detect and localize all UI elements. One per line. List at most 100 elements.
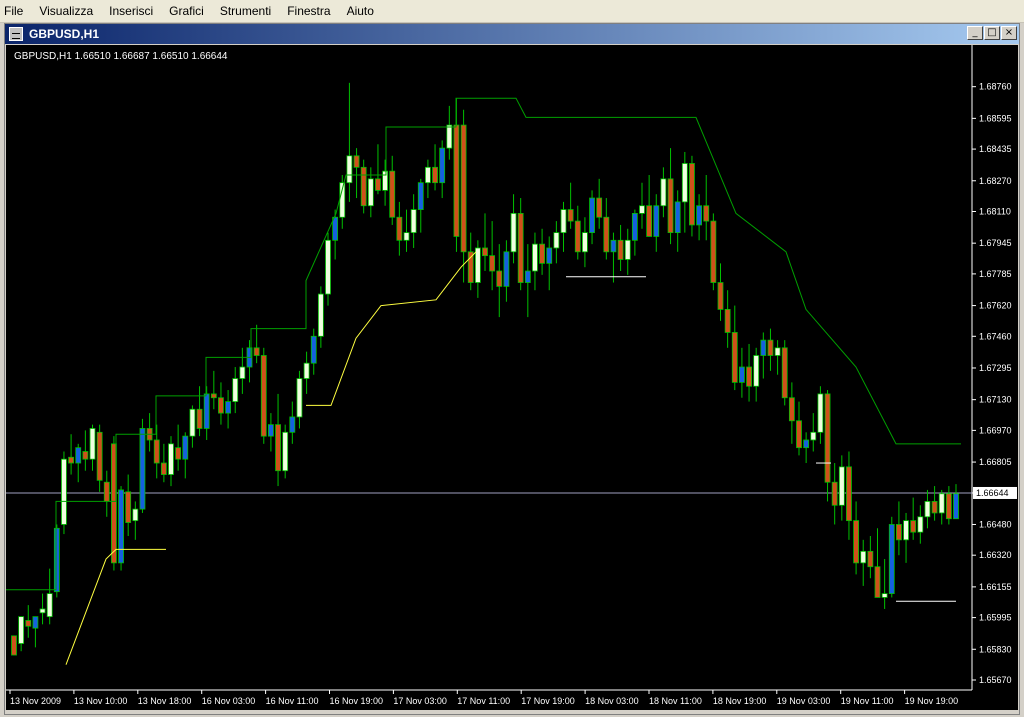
candle-body xyxy=(824,393,831,483)
time-tick-label: 16 Nov 19:00 xyxy=(330,696,384,706)
candle-body xyxy=(760,339,767,356)
candle-body xyxy=(603,216,610,253)
menu-inserisci[interactable]: Inserisci xyxy=(101,0,161,22)
chart-svg[interactable]: GBPUSD,H1 1.66510 1.66687 1.66510 1.6664… xyxy=(6,45,1018,710)
candle-body xyxy=(153,439,160,464)
candle-body xyxy=(831,481,838,506)
candle-body xyxy=(417,182,424,210)
menu-visualizza[interactable]: Visualizza xyxy=(31,0,101,22)
chart-window-icon[interactable] xyxy=(9,27,23,41)
current-price-label: 1.66644 xyxy=(976,488,1009,498)
price-tick-label: 1.65830 xyxy=(979,644,1012,654)
time-tick-label: 13 Nov 2009 xyxy=(10,696,61,706)
candle-body xyxy=(432,166,438,184)
candle-body xyxy=(532,243,538,272)
price-tick-label: 1.66480 xyxy=(979,519,1012,529)
candle-body xyxy=(724,309,731,333)
candle-body xyxy=(474,247,481,283)
candle-body xyxy=(82,451,89,460)
menu-bar: File Visualizza Inserisci Grafici Strume… xyxy=(0,0,1024,23)
candle-body xyxy=(260,355,267,437)
candle-body xyxy=(817,393,824,433)
candle-body xyxy=(425,166,431,184)
time-tick-label: 16 Nov 03:00 xyxy=(202,696,256,706)
candle-body xyxy=(582,232,588,253)
candle-body xyxy=(838,466,845,506)
candle-body xyxy=(496,270,503,287)
price-tick-label: 1.67945 xyxy=(979,238,1012,248)
time-tick-label: 16 Nov 11:00 xyxy=(266,696,319,706)
candle-body xyxy=(560,209,567,234)
candle-body xyxy=(196,408,203,429)
price-tick-label: 1.67620 xyxy=(979,301,1012,311)
candle-body xyxy=(539,243,545,264)
candle-body xyxy=(210,393,217,399)
close-button[interactable]: × xyxy=(1001,26,1017,40)
candle-body xyxy=(39,608,46,614)
price-tick-label: 1.66320 xyxy=(979,550,1012,560)
candle-body xyxy=(903,520,909,541)
candle-body xyxy=(25,620,32,627)
candle-body xyxy=(703,205,710,222)
candle-body xyxy=(232,378,239,402)
candle-body xyxy=(103,481,110,502)
candle-body xyxy=(696,205,702,226)
candle-body xyxy=(881,593,888,598)
upper-band-line xyxy=(6,97,961,591)
minimize-button[interactable]: _ xyxy=(967,26,983,40)
candle-body xyxy=(11,635,17,656)
candle-body xyxy=(596,197,603,218)
candle-body xyxy=(203,393,210,429)
price-tick-label: 1.65995 xyxy=(979,613,1012,623)
candle-body xyxy=(803,439,810,449)
candle-body xyxy=(89,428,96,460)
candle-body xyxy=(860,550,867,564)
candle-body xyxy=(396,216,403,241)
candle-body xyxy=(125,491,132,523)
candle-body xyxy=(667,178,674,234)
candle-body xyxy=(218,397,224,414)
candle-body xyxy=(510,213,517,253)
time-tick-label: 18 Nov 03:00 xyxy=(585,696,639,706)
candle-body xyxy=(646,205,653,237)
candle-body xyxy=(439,147,446,184)
maximize-button[interactable]: □ xyxy=(984,26,1000,40)
menu-grafici[interactable]: Grafici xyxy=(161,0,212,22)
menu-strumenti[interactable]: Strumenti xyxy=(212,0,279,22)
candle-body xyxy=(75,447,82,464)
time-tick-label: 18 Nov 11:00 xyxy=(649,696,702,706)
price-tick-label: 1.68435 xyxy=(979,144,1012,154)
price-tick-label: 1.68110 xyxy=(979,206,1011,216)
candle-body xyxy=(589,197,595,234)
candle-body xyxy=(781,347,788,399)
price-tick-label: 1.67130 xyxy=(979,395,1012,405)
candle-body xyxy=(710,220,717,283)
candle-body xyxy=(953,493,959,520)
candle-body xyxy=(924,501,931,518)
menu-aiuto[interactable]: Aiuto xyxy=(339,0,382,22)
candle-body xyxy=(503,251,510,287)
window-titlebar[interactable]: GBPUSD,H1 _ □ × xyxy=(5,24,1019,44)
candle-body xyxy=(938,493,945,514)
candle-body xyxy=(53,527,60,593)
menu-file[interactable]: File xyxy=(0,0,31,22)
candle-body xyxy=(910,520,917,533)
candle-body xyxy=(610,239,617,253)
candle-body xyxy=(453,124,460,237)
price-tick-label: 1.68270 xyxy=(979,176,1012,186)
candle-body xyxy=(346,155,353,184)
menu-finestra[interactable]: Finestra xyxy=(279,0,338,22)
candle-body xyxy=(325,239,331,295)
candle-body xyxy=(253,347,260,356)
candle-body xyxy=(61,458,67,525)
price-chart[interactable]: GBPUSD,H1 1.66510 1.66687 1.66510 1.6664… xyxy=(6,45,1018,710)
candle-body xyxy=(382,170,388,191)
candle-body xyxy=(917,516,924,533)
time-tick-label: 13 Nov 10:00 xyxy=(74,696,128,706)
candle-body xyxy=(774,347,781,356)
candle-body xyxy=(846,466,852,522)
candle-body xyxy=(888,524,895,594)
candle-body xyxy=(796,420,802,449)
candle-body xyxy=(332,216,339,241)
candle-body xyxy=(739,366,745,383)
